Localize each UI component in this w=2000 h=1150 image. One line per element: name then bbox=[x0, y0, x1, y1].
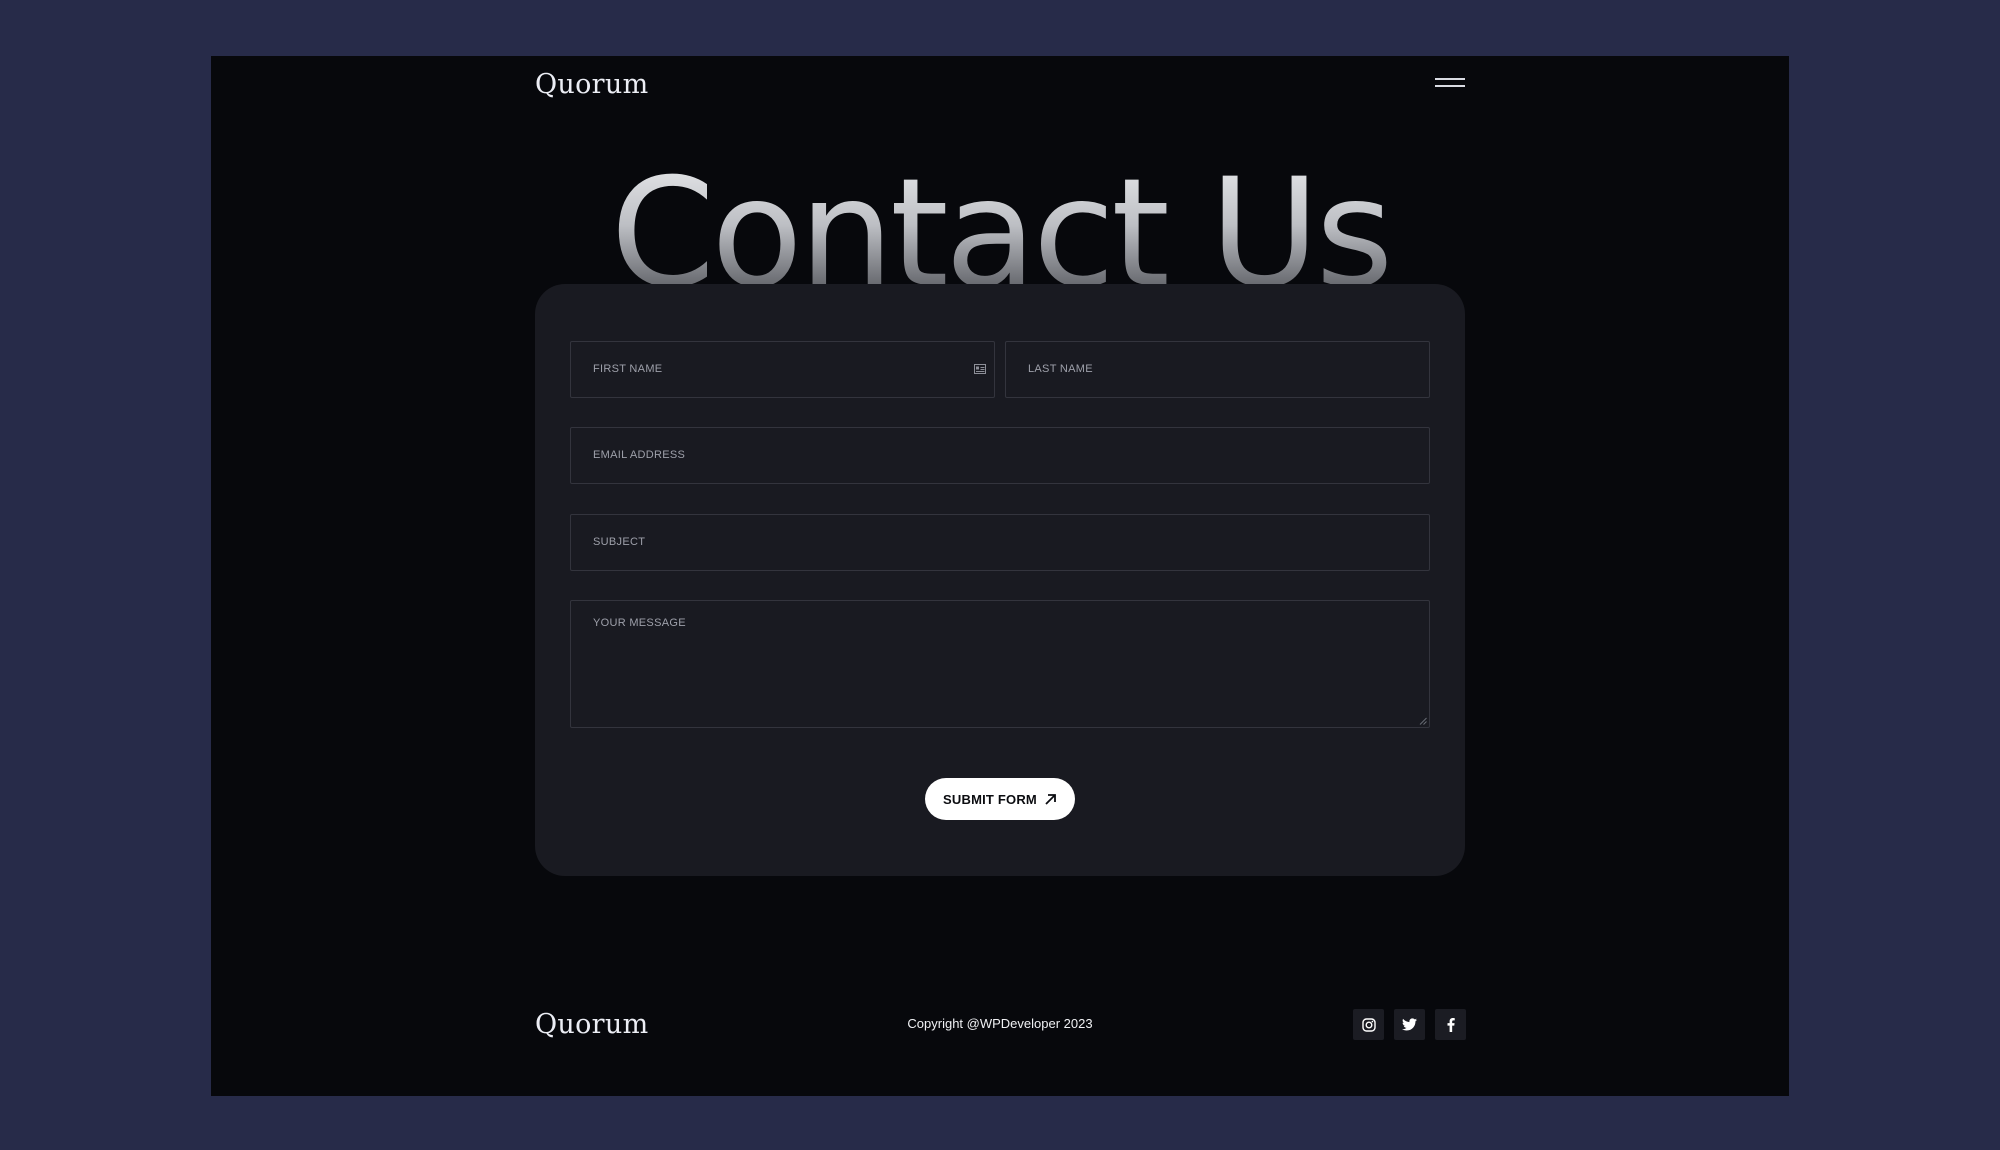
subject-placeholder: SUBJECT bbox=[593, 536, 646, 548]
last-name-field[interactable]: LAST NAME bbox=[1005, 341, 1430, 398]
menu-line bbox=[1435, 85, 1465, 87]
email-placeholder: EMAIL ADDRESS bbox=[593, 449, 686, 461]
first-name-field[interactable]: FIRST NAME bbox=[570, 341, 995, 398]
instagram-button[interactable] bbox=[1353, 1009, 1384, 1040]
last-name-placeholder: LAST NAME bbox=[1028, 363, 1093, 375]
resize-handle-icon[interactable] bbox=[1419, 717, 1427, 725]
hamburger-menu-icon[interactable] bbox=[1435, 74, 1465, 90]
contact-form-card: FIRST NAME LAST NAME EMAIL ADDRESS SUBJE… bbox=[535, 284, 1465, 876]
subject-field[interactable]: SUBJECT bbox=[570, 514, 1430, 571]
first-name-placeholder: FIRST NAME bbox=[593, 363, 663, 375]
facebook-button[interactable] bbox=[1435, 1009, 1466, 1040]
arrow-up-right-icon bbox=[1045, 793, 1056, 805]
submit-form-label: SUBMIT FORM bbox=[943, 791, 1037, 807]
menu-line bbox=[1435, 78, 1465, 80]
instagram-icon bbox=[1361, 1017, 1376, 1032]
twitter-icon bbox=[1402, 1018, 1417, 1031]
submit-form-button[interactable]: SUBMIT FORM bbox=[925, 778, 1075, 820]
message-placeholder: YOUR MESSAGE bbox=[593, 617, 686, 629]
header-logo[interactable]: Quorum bbox=[535, 69, 648, 101]
page-frame: Quorum Contact Us FIRST NAME LAST NAME E… bbox=[211, 56, 1789, 1096]
twitter-button[interactable] bbox=[1394, 1009, 1425, 1040]
copyright-text: Copyright @WPDeveloper 2023 bbox=[907, 1016, 1093, 1031]
email-field[interactable]: EMAIL ADDRESS bbox=[570, 427, 1430, 484]
message-textarea[interactable]: YOUR MESSAGE bbox=[570, 600, 1430, 728]
facebook-icon bbox=[1447, 1017, 1455, 1032]
contact-card-icon[interactable] bbox=[974, 364, 986, 374]
